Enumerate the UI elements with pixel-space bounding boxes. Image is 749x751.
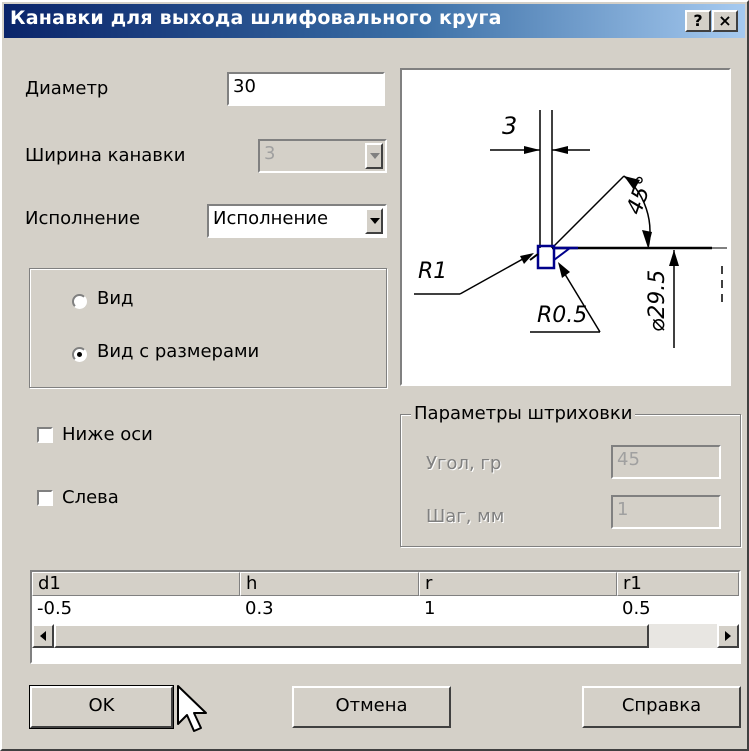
mouse-cursor-icon [177, 685, 207, 732]
cancel-button[interactable]: Отмена [292, 686, 451, 728]
help-title-button[interactable]: ? [685, 10, 711, 32]
groove-sketch: 3 45° R1 R0.5 ⌀29.5 [414, 110, 727, 348]
angle-label: Угол, гр [426, 453, 502, 474]
dim-r05-text: R0.5 [537, 303, 587, 328]
hatch-group-title: Параметры штриховки [411, 403, 636, 424]
scroll-left-button[interactable] [32, 624, 54, 648]
angle-input[interactable]: 45 [611, 445, 721, 479]
step-input[interactable]: 1 [611, 495, 721, 529]
radio-view-with-dimensions[interactable] [72, 347, 87, 362]
step-value: 1 [617, 499, 629, 520]
arrow-right-icon [725, 631, 731, 641]
diameter-input[interactable]: 30 [227, 72, 385, 106]
below-axis-label[interactable]: Ниже оси [62, 424, 153, 445]
horizontal-scrollbar[interactable] [32, 624, 739, 648]
dim-diameter-text: ⌀29.5 [645, 270, 670, 332]
groove-width-label: Ширина канавки [25, 145, 186, 166]
execution-select[interactable]: Исполнение [207, 204, 387, 238]
angle-value: 45 [617, 449, 640, 470]
dim-width-text: 3 [502, 112, 517, 140]
step-label: Шаг, мм [426, 506, 505, 527]
chevron-down-icon[interactable] [365, 208, 383, 234]
hatch-group: Параметры штриховки Угол, гр 45 Шаг, мм … [400, 403, 741, 547]
diameter-value: 30 [233, 76, 256, 97]
parameters-table: d1 h r r1 -0.5 0.3 1 0.5 [30, 570, 741, 664]
execution-label: Исполнение [25, 208, 141, 229]
column-header-d1[interactable]: d1 [32, 572, 240, 596]
diameter-label: Диаметр [25, 78, 109, 99]
left-checkbox[interactable] [37, 490, 53, 506]
ok-button[interactable]: OK [29, 685, 174, 729]
arrow-left-icon [40, 631, 46, 641]
window-title: Канавки для выхода шлифовального круга [10, 7, 502, 29]
groove-width-select[interactable]: 3 [258, 139, 387, 173]
groove-width-value: 3 [264, 143, 276, 164]
radio-view-label[interactable]: Вид [97, 288, 134, 309]
cell-r1[interactable]: 0.5 [617, 597, 651, 621]
view-group: Вид Вид с размерами [29, 268, 387, 388]
scroll-right-button[interactable] [717, 624, 739, 648]
radio-view-with-dimensions-label[interactable]: Вид с размерами [97, 341, 259, 362]
left-label[interactable]: Слева [62, 487, 119, 508]
dialog-window: Канавки для выхода шлифовального круга ?… [0, 0, 749, 751]
scroll-thumb[interactable] [54, 624, 649, 648]
cell-d1[interactable]: -0.5 [32, 597, 72, 621]
dim-r1-text: R1 [418, 259, 447, 284]
cell-h[interactable]: 0.3 [240, 597, 274, 621]
help-button[interactable]: Справка [582, 686, 741, 728]
title-bar[interactable]: Канавки для выхода шлифовального круга ?… [4, 4, 745, 38]
close-icon[interactable]: × [712, 10, 738, 32]
column-header-r1[interactable]: r1 [617, 572, 739, 596]
chevron-down-icon[interactable] [365, 143, 383, 169]
below-axis-checkbox[interactable] [37, 427, 53, 443]
column-header-r[interactable]: r [419, 572, 617, 596]
cell-r[interactable]: 1 [419, 597, 435, 621]
preview-drawing: 3 45° R1 R0.5 ⌀29.5 [400, 68, 731, 386]
radio-view[interactable] [72, 294, 87, 309]
execution-value: Исполнение [213, 208, 329, 229]
column-header-h[interactable]: h [240, 572, 419, 596]
